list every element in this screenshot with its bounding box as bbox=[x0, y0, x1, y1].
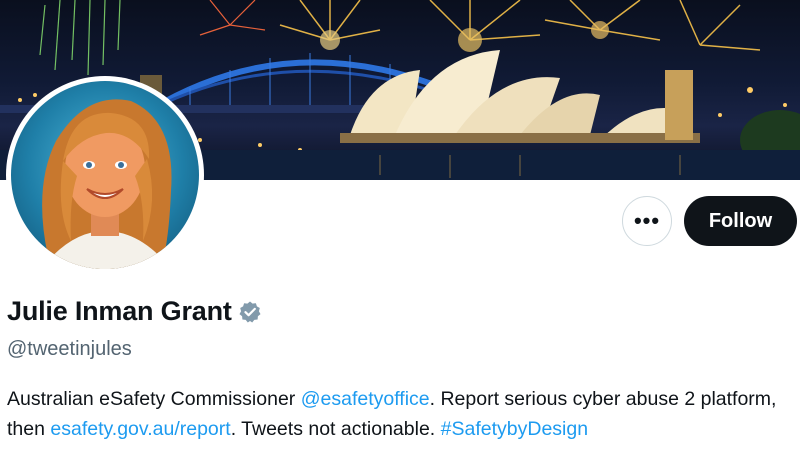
bio-url-link[interactable]: esafety.gov.au/report bbox=[50, 418, 230, 440]
bio-text: . Tweets not actionable. bbox=[230, 418, 441, 440]
follow-button[interactable]: Follow bbox=[684, 196, 797, 246]
profile-handle: @tweetinjules bbox=[7, 338, 132, 360]
more-options-button[interactable]: ••• bbox=[622, 196, 672, 246]
verified-badge-icon[interactable] bbox=[238, 300, 262, 324]
avatar-image bbox=[11, 81, 199, 269]
bio-text: Australian eSafety Commissioner bbox=[7, 388, 301, 410]
bio-mention-link[interactable]: @esafetyoffice bbox=[301, 388, 430, 410]
profile-bio: Australian eSafety Commissioner @esafety… bbox=[7, 384, 797, 444]
profile-avatar[interactable] bbox=[6, 76, 204, 274]
profile-name-row: Julie Inman Grant bbox=[7, 296, 262, 327]
bio-hashtag-link[interactable]: #SafetybyDesign bbox=[441, 418, 588, 440]
display-name: Julie Inman Grant bbox=[7, 296, 232, 326]
more-options-icon: ••• bbox=[633, 208, 661, 233]
